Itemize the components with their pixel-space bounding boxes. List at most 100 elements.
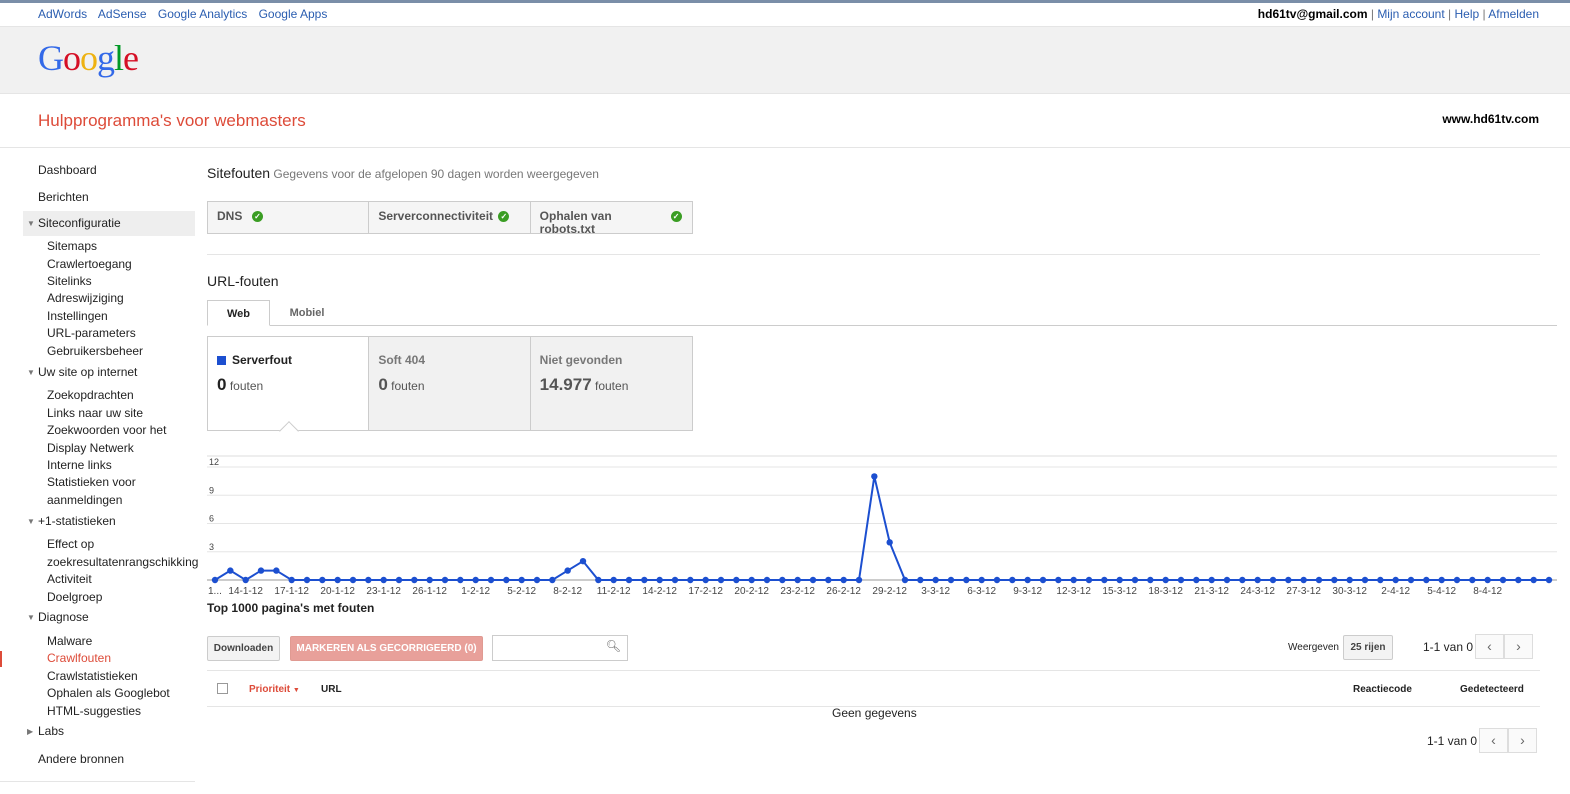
x-tick-label: 29-2-12 bbox=[872, 586, 907, 597]
data-point bbox=[1545, 576, 1553, 584]
nav-andere-bronnen[interactable]: Andere bronnen bbox=[38, 752, 124, 766]
nav-gebruikersbeheer[interactable]: Gebruikersbeheer bbox=[47, 344, 143, 358]
error-box-serverfout[interactable]: Serverfout 0 fouten bbox=[208, 337, 370, 430]
download-button[interactable]: Downloaden bbox=[207, 636, 280, 661]
nav-url-parameters[interactable]: URL-parameters bbox=[47, 326, 136, 340]
data-point bbox=[733, 576, 740, 584]
triangle-down-icon: ▼ bbox=[27, 613, 35, 622]
prev-page-button-bottom[interactable]: ‹ bbox=[1479, 728, 1508, 753]
nav-aanmeldingen[interactable]: aanmeldingen bbox=[47, 493, 122, 507]
triangle-down-icon: ▼ bbox=[27, 368, 35, 377]
nav-sitelinks[interactable]: Sitelinks bbox=[47, 274, 92, 288]
column-priority[interactable]: Prioriteit ▼ bbox=[249, 684, 300, 695]
server-connectivity-box[interactable]: Serverconnectiviteit ✓ bbox=[369, 202, 531, 233]
rows-select[interactable]: 25 rijen bbox=[1343, 635, 1393, 660]
data-point bbox=[763, 576, 771, 584]
nav-section-label: Uw site op internet bbox=[38, 365, 138, 379]
select-all-checkbox[interactable] bbox=[217, 683, 228, 694]
data-point bbox=[288, 576, 295, 584]
title-bar: Hulpprogramma's voor webmasters www.hd61… bbox=[0, 94, 1570, 148]
column-response-code[interactable]: Reactiecode bbox=[1353, 684, 1412, 695]
error-box-label: Soft 404 bbox=[378, 353, 426, 367]
logo-letter: o bbox=[80, 38, 98, 78]
data-point bbox=[641, 576, 648, 584]
x-tick-label: 18-3-12 bbox=[1148, 586, 1183, 597]
google-logo[interactable]: Google bbox=[38, 37, 139, 79]
mark-fixed-button[interactable]: MARKEREN ALS GECORRIGEERD (0) bbox=[290, 636, 483, 661]
column-detected[interactable]: Gedetecteerd bbox=[1460, 684, 1524, 695]
sort-down-icon: ▼ bbox=[292, 687, 300, 694]
nav-adreswijziging[interactable]: Adreswijziging bbox=[47, 291, 124, 305]
nav-section-diagnose[interactable]: ▼ Diagnose bbox=[23, 605, 195, 630]
data-point bbox=[1147, 576, 1154, 584]
nav-activiteit[interactable]: Activiteit bbox=[47, 572, 92, 586]
error-box-count: 0 bbox=[217, 375, 227, 394]
next-page-button[interactable]: › bbox=[1504, 634, 1533, 659]
data-point bbox=[855, 576, 863, 584]
error-box-soft404[interactable]: Soft 404 0 fouten bbox=[369, 337, 531, 430]
nav-crawlstatistieken[interactable]: Crawlstatistieken bbox=[47, 669, 138, 683]
x-tick-label: 15-3-12 bbox=[1102, 586, 1137, 597]
nav-zoekopdrachten[interactable]: Zoekopdrachten bbox=[47, 388, 134, 402]
logo-letter: G bbox=[38, 38, 64, 78]
nav-section-label: Siteconfiguratie bbox=[38, 216, 121, 230]
link-help[interactable]: Help bbox=[1454, 7, 1479, 21]
logo-letter: e bbox=[123, 38, 139, 78]
nav-section-plus1[interactable]: ▼ +1-statistieken bbox=[23, 509, 195, 534]
link-my-account[interactable]: Mijn account bbox=[1377, 7, 1444, 21]
tab-web[interactable]: Web bbox=[207, 300, 270, 326]
link-adwords[interactable]: AdWords bbox=[38, 7, 87, 21]
tab-bar: Web Mobiel bbox=[207, 300, 1557, 326]
next-page-button-bottom[interactable]: › bbox=[1508, 728, 1537, 753]
nav-section-siteconfiguratie[interactable]: ▼ Siteconfiguratie bbox=[23, 211, 195, 236]
x-tick-label: 23-1-12 bbox=[366, 586, 401, 597]
nav-html-suggesties[interactable]: HTML-suggesties bbox=[47, 704, 141, 718]
data-point bbox=[1530, 576, 1537, 584]
robots-fetch-box[interactable]: Ophalen van robots.txt ✓ bbox=[531, 202, 692, 233]
nav-sitemaps[interactable]: Sitemaps bbox=[47, 239, 97, 253]
y-tick-label: 12 bbox=[209, 457, 219, 467]
nav-instellingen[interactable]: Instellingen bbox=[47, 309, 108, 323]
nav-berichten[interactable]: Berichten bbox=[38, 190, 89, 204]
data-point bbox=[257, 567, 265, 574]
top-pages-title: Top 1000 pagina's met fouten bbox=[207, 601, 375, 615]
nav-section-labs[interactable]: ▶ Labs bbox=[23, 719, 195, 744]
x-tick-label: 1-2-12 bbox=[461, 586, 490, 597]
data-point bbox=[1300, 576, 1307, 584]
nav-crawlertoegang[interactable]: Crawlertoegang bbox=[47, 257, 132, 271]
prev-page-button[interactable]: ‹ bbox=[1475, 634, 1504, 659]
data-point bbox=[1377, 576, 1384, 584]
link-adsense[interactable]: AdSense bbox=[98, 7, 147, 21]
data-point bbox=[579, 557, 587, 565]
link-analytics[interactable]: Google Analytics bbox=[158, 7, 247, 21]
nav-malware[interactable]: Malware bbox=[47, 634, 92, 648]
nav-zoekwoorden[interactable]: Zoekwoorden voor het bbox=[47, 423, 166, 437]
nav-interne-links[interactable]: Interne links bbox=[47, 458, 112, 472]
nav-links-naar-uw-site[interactable]: Links naar uw site bbox=[47, 406, 143, 420]
column-url[interactable]: URL bbox=[321, 684, 342, 695]
nav-statistieken-voor[interactable]: Statistieken voor bbox=[47, 475, 136, 489]
link-apps[interactable]: Google Apps bbox=[259, 7, 328, 21]
nav-crawlfouten[interactable]: Crawlfouten bbox=[47, 651, 111, 665]
data-point bbox=[1177, 576, 1185, 584]
link-logout[interactable]: Afmelden bbox=[1488, 7, 1539, 21]
nav-effect-op[interactable]: Effect op bbox=[47, 537, 94, 551]
data-point bbox=[365, 576, 372, 584]
data-point bbox=[518, 576, 525, 584]
data-point bbox=[1024, 576, 1031, 584]
search-input[interactable]: 🔍︎ bbox=[492, 635, 628, 661]
tab-mobiel[interactable]: Mobiel bbox=[277, 300, 337, 326]
nav-dashboard[interactable]: Dashboard bbox=[38, 163, 97, 177]
search-icon[interactable]: 🔍︎ bbox=[606, 639, 621, 653]
nav-ophalen-als-googlebot[interactable]: Ophalen als Googlebot bbox=[47, 686, 170, 700]
nav-doelgroep[interactable]: Doelgroep bbox=[47, 590, 102, 604]
nav-display-netwerk[interactable]: Display Netwerk bbox=[47, 441, 134, 455]
pager-text-bottom: 1-1 van 0 bbox=[1427, 734, 1478, 748]
logo-letter: o bbox=[63, 38, 81, 78]
error-box-niet-gevonden[interactable]: Niet gevonden 14.977 fouten bbox=[530, 337, 692, 430]
nav-section-uw-site[interactable]: ▼ Uw site op internet bbox=[23, 360, 195, 385]
app-title[interactable]: Hulpprogramma's voor webmasters bbox=[38, 111, 306, 131]
dns-status-box[interactable]: DNS ✓ bbox=[208, 202, 370, 233]
url-errors-title: URL-fouten bbox=[207, 273, 279, 289]
nav-zoekresultatenrangschikking[interactable]: zoekresultatenrangschikking bbox=[47, 555, 198, 569]
